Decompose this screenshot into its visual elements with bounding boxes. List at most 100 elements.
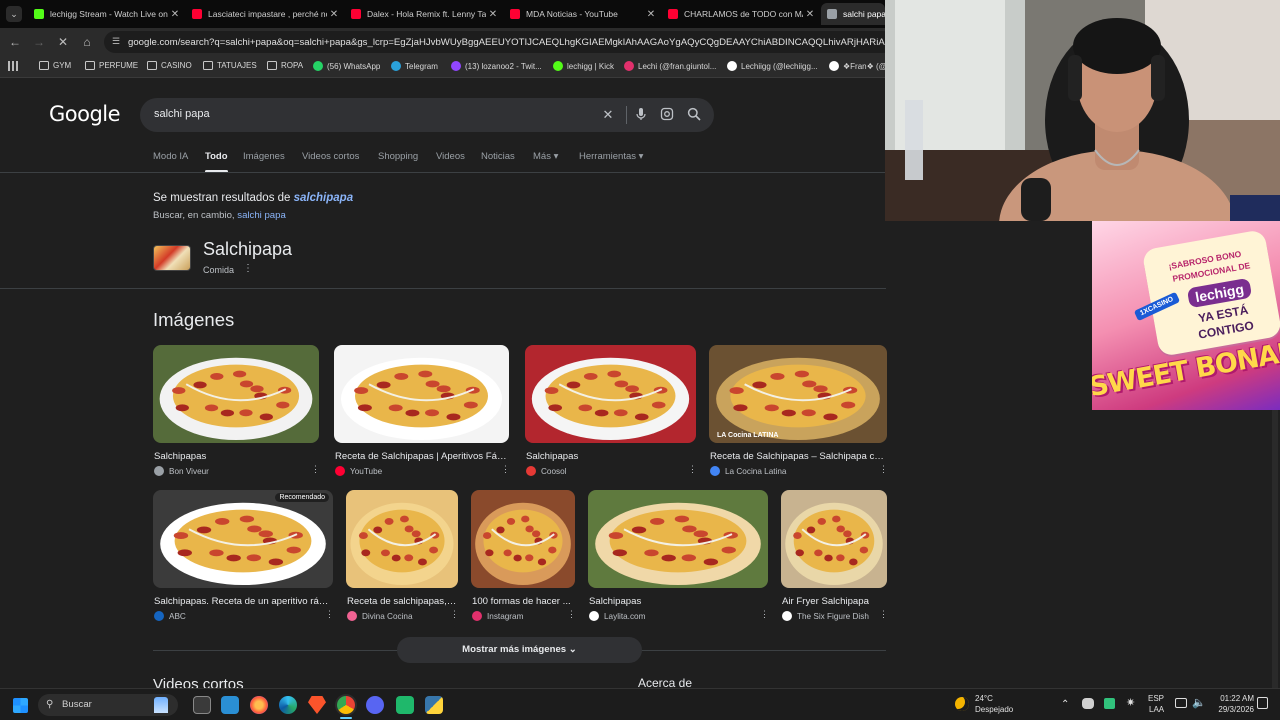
- close-tab-icon[interactable]: ✕: [486, 9, 500, 20]
- streaming-app-icon[interactable]: [396, 696, 414, 714]
- site-info-icon[interactable]: ☰: [112, 36, 120, 47]
- image-result-card[interactable]: Air Fryer Salchipapa The Six Figure Dish ⋮: [781, 490, 888, 624]
- home-icon[interactable]: ⌂: [79, 34, 95, 50]
- app-tray-icon[interactable]: [1104, 698, 1115, 709]
- browser-tab[interactable]: Dalex - Hola Remix ft. Lenny Ta ✕: [345, 3, 500, 25]
- image-caption[interactable]: Receta de salchipapas, ...: [347, 596, 457, 607]
- image-caption[interactable]: Salchipapas: [589, 596, 767, 607]
- browser-tab[interactable]: MDA Noticias - YouTube ✕: [504, 3, 658, 25]
- more-options-icon[interactable]: ⋮: [688, 464, 697, 475]
- image-result-card[interactable]: Salchipapas Coosol ⋮: [525, 345, 697, 479]
- image-source[interactable]: Instagram: [472, 611, 523, 621]
- filter-tab[interactable]: Herramientas ▾: [579, 151, 643, 162]
- more-options-icon[interactable]: ⋮: [311, 464, 320, 475]
- original-query-link[interactable]: salchi papa: [237, 210, 286, 221]
- image-thumbnail[interactable]: [588, 490, 768, 588]
- sweet-bonanza-promo-banner[interactable]: ¡SABROSO BONO PROMOCIONAL DE lechigg 1XC…: [1092, 221, 1280, 410]
- bookmark-item[interactable]: Lechiigg (@lechiigg...: [727, 61, 818, 71]
- bookmark-item[interactable]: Telegram: [391, 61, 438, 71]
- image-source[interactable]: ABC: [154, 611, 186, 621]
- filter-tab[interactable]: Imágenes: [243, 151, 285, 162]
- bookmark-item[interactable]: GYM: [39, 61, 71, 70]
- clear-icon[interactable]: ✕: [600, 107, 616, 123]
- windows-start-icon[interactable]: [13, 698, 28, 713]
- image-caption[interactable]: Salchipapas. Receta de un aperitivo rápi…: [154, 596, 332, 607]
- image-caption[interactable]: Receta de Salchipapas | Aperitivos Fácil…: [335, 451, 508, 462]
- more-options-icon[interactable]: ⋮: [760, 609, 769, 620]
- file-explorer-icon[interactable]: [221, 696, 239, 714]
- search-box[interactable]: salchi papa ✕: [140, 98, 714, 132]
- more-options-icon[interactable]: ⋮: [450, 609, 459, 620]
- language-indicator-bottom[interactable]: LAA: [1149, 705, 1164, 714]
- brave-icon[interactable]: [308, 696, 326, 714]
- image-thumbnail[interactable]: [525, 345, 696, 443]
- image-thumbnail[interactable]: Recomendado: [153, 490, 333, 588]
- image-source[interactable]: Divina Cocina: [347, 611, 413, 621]
- more-options-icon[interactable]: ⋮: [501, 464, 510, 475]
- entity-thumbnail[interactable]: [153, 245, 191, 271]
- image-source[interactable]: The Six Figure Dish: [782, 611, 869, 621]
- filter-tab[interactable]: Videos: [436, 151, 465, 162]
- bookmark-item[interactable]: TATUAJES: [203, 61, 257, 70]
- more-options-icon[interactable]: ⋮: [325, 609, 334, 620]
- close-tab-icon[interactable]: ✕: [803, 9, 817, 20]
- lens-camera-icon[interactable]: [659, 107, 675, 123]
- image-thumbnail[interactable]: LA Cocina LATINA: [709, 345, 887, 443]
- close-tab-icon[interactable]: ✕: [168, 9, 182, 20]
- clock-date[interactable]: 29/3/2026: [1210, 705, 1254, 714]
- back-icon[interactable]: ←: [7, 34, 23, 50]
- image-result-card[interactable]: Recomendado Salchipapas. Receta de un ape…: [153, 490, 334, 624]
- bookmark-item[interactable]: (13) lozanoo2 - Twit...: [451, 61, 542, 71]
- entity-more-options-icon[interactable]: ⋮: [243, 263, 253, 274]
- forward-icon[interactable]: →: [31, 34, 47, 50]
- image-result-card[interactable]: LA Cocina LATINA Receta de Salchipapas – …: [709, 345, 888, 479]
- more-options-icon[interactable]: ⋮: [567, 609, 576, 620]
- image-source[interactable]: Coosol: [526, 466, 567, 476]
- address-bar[interactable]: ☰ google.com/search?q=salchi+papa&oq=sal…: [104, 31, 894, 53]
- bookmark-item[interactable]: PERFUME: [85, 61, 138, 70]
- browser-tab[interactable]: CHARLAMOS de TODO con MA ✕: [662, 3, 817, 25]
- chrome-icon[interactable]: [337, 696, 355, 714]
- image-result-card[interactable]: Receta de Salchipapas | Aperitivos Fácil…: [334, 345, 510, 479]
- stop-loading-icon[interactable]: ✕: [55, 34, 71, 50]
- firefox-icon[interactable]: [250, 696, 268, 714]
- language-indicator-top[interactable]: ESP: [1148, 694, 1164, 703]
- weather-description[interactable]: Despejado: [975, 705, 1013, 714]
- image-source[interactable]: Bon Viveur: [154, 466, 209, 476]
- google-logo[interactable]: Google: [49, 102, 121, 126]
- bookmark-item[interactable]: (56) WhatsApp: [313, 61, 380, 71]
- volume-icon[interactable]: 🔈: [1192, 696, 1206, 709]
- browser-tab[interactable]: salchi papa -: [821, 3, 885, 25]
- more-options-icon[interactable]: ⋮: [879, 464, 888, 475]
- corrected-query-link[interactable]: salchipapa: [294, 192, 353, 204]
- image-result-card[interactable]: Salchipapas Laylita.com ⋮: [588, 490, 769, 624]
- image-caption[interactable]: Air Fryer Salchipapa: [782, 596, 886, 607]
- image-result-card[interactable]: Receta de salchipapas, ... Divina Cocina ⋮: [346, 490, 459, 624]
- image-caption[interactable]: 100 formas de hacer ...: [472, 596, 574, 607]
- image-thumbnail[interactable]: [153, 345, 319, 443]
- filter-tab[interactable]: Shopping: [378, 151, 418, 162]
- task-view-icon[interactable]: [193, 696, 211, 714]
- bookmark-item[interactable]: lechigg | Kick: [553, 61, 614, 71]
- weather-temperature[interactable]: 24°C: [975, 694, 993, 703]
- notifications-icon[interactable]: [1257, 697, 1268, 709]
- image-source[interactable]: Laylita.com: [589, 611, 645, 621]
- image-thumbnail[interactable]: [781, 490, 887, 588]
- filter-tab[interactable]: Más ▾: [533, 151, 558, 162]
- weather-moon-icon[interactable]: [955, 697, 969, 711]
- filter-tab[interactable]: Todo: [205, 151, 228, 173]
- bookmark-item[interactable]: ROPA: [267, 61, 303, 70]
- browser-tab[interactable]: Lasciateci impastare , perché no ✕: [186, 3, 341, 25]
- image-thumbnail[interactable]: [346, 490, 458, 588]
- discord-icon[interactable]: [366, 696, 384, 714]
- bookmark-item[interactable]: Lechi (@fran.giuntol...: [624, 61, 716, 71]
- browser-tab[interactable]: lechigg Stream - Watch Live on ✕: [28, 3, 182, 25]
- microphone-icon[interactable]: [633, 107, 649, 123]
- search-icon[interactable]: [686, 107, 702, 123]
- tab-search-button[interactable]: ⌄: [6, 6, 22, 22]
- filter-tab[interactable]: Videos cortos: [302, 151, 359, 162]
- image-caption[interactable]: Salchipapas: [526, 451, 695, 462]
- image-caption[interactable]: Receta de Salchipapas – Salchipapa col..…: [710, 451, 886, 462]
- image-thumbnail[interactable]: [334, 345, 509, 443]
- tray-overflow-icon[interactable]: ⌃: [1061, 699, 1069, 710]
